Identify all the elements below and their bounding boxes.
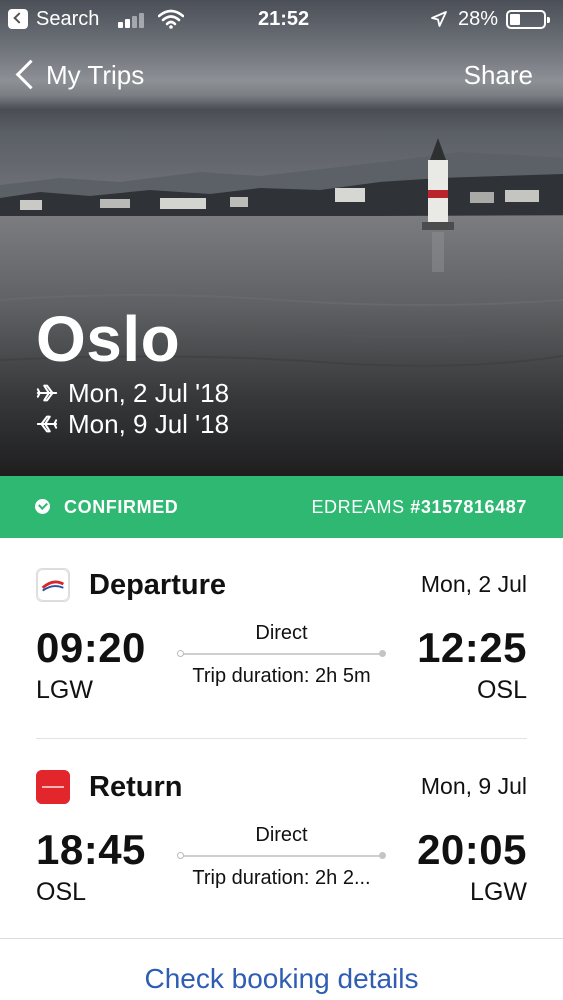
route-type: Direct <box>255 622 308 644</box>
trip-hero: Search 21:52 28% My Trips Share Oslo Mon… <box>0 0 563 476</box>
battery-icon <box>506 10 550 29</box>
booking-number: #3157816487 <box>410 497 527 517</box>
flight-kind-label: Departure <box>89 569 226 601</box>
arrival-airport: OSL <box>476 676 527 704</box>
clock: 21:52 <box>258 8 310 30</box>
plane-return-icon <box>36 415 58 433</box>
flight-date: Mon, 2 Jul <box>420 571 527 597</box>
arrival-airport: LGW <box>470 878 527 906</box>
route-line <box>177 852 386 859</box>
departure-time: 09:20 <box>36 624 146 671</box>
airline-logo-icon <box>36 568 70 602</box>
booking-status-bar: CONFIRMED EDREAMS #3157816487 <box>0 476 563 538</box>
destination-city: Oslo <box>36 303 181 375</box>
wifi-icon <box>158 9 184 29</box>
return-flight-card[interactable]: Return Mon, 9 Jul 18:45 OSL Direct Trip … <box>0 740 563 940</box>
departure-flight-card[interactable]: Departure Mon, 2 Jul 09:20 LGW Direct Tr… <box>0 538 563 738</box>
trip-duration: Trip duration: 2h 5m <box>192 665 371 687</box>
trip-duration: Trip duration: 2h 2... <box>192 867 371 889</box>
departure-airport: OSL <box>36 878 87 906</box>
arrival-time: 20:05 <box>417 826 527 873</box>
status-bar: Search 21:52 28% <box>0 0 563 38</box>
share-button[interactable]: Share <box>464 60 533 91</box>
flight-date: Mon, 9 Jul <box>420 773 527 799</box>
check-circle-icon <box>35 499 50 514</box>
outbound-date: Mon, 2 Jul '18 <box>68 378 230 408</box>
bottom-action-bar: Check booking details <box>0 938 563 1000</box>
outbound-date-row: Mon, 2 Jul '18 <box>36 378 229 409</box>
booking-reference: EDREAMS #3157816487 <box>311 497 527 518</box>
back-to-app-label[interactable]: Search <box>36 8 99 31</box>
return-date: Mon, 9 Jul '18 <box>68 409 230 439</box>
back-chevron-icon[interactable] <box>12 56 40 96</box>
norwegian-logo-icon <box>36 770 70 804</box>
plane-departure-icon <box>36 384 58 402</box>
back-button[interactable]: My Trips <box>46 60 144 91</box>
back-to-app-icon[interactable] <box>8 9 28 29</box>
return-date-row: Mon, 9 Jul '18 <box>36 409 229 440</box>
route-line <box>177 650 386 657</box>
departure-airport: LGW <box>36 676 93 704</box>
signal-icon <box>118 12 152 28</box>
location-arrow-icon <box>431 11 447 27</box>
battery-percent: 28% <box>458 8 499 30</box>
booking-provider: EDREAMS <box>311 497 405 517</box>
check-booking-details-button[interactable]: Check booking details <box>0 963 563 995</box>
route-type: Direct <box>255 824 308 846</box>
arrival-time: 12:25 <box>417 624 527 671</box>
divider <box>36 738 527 739</box>
flight-kind-label: Return <box>89 771 183 803</box>
status-badge: CONFIRMED <box>64 497 179 517</box>
departure-time: 18:45 <box>36 826 146 873</box>
